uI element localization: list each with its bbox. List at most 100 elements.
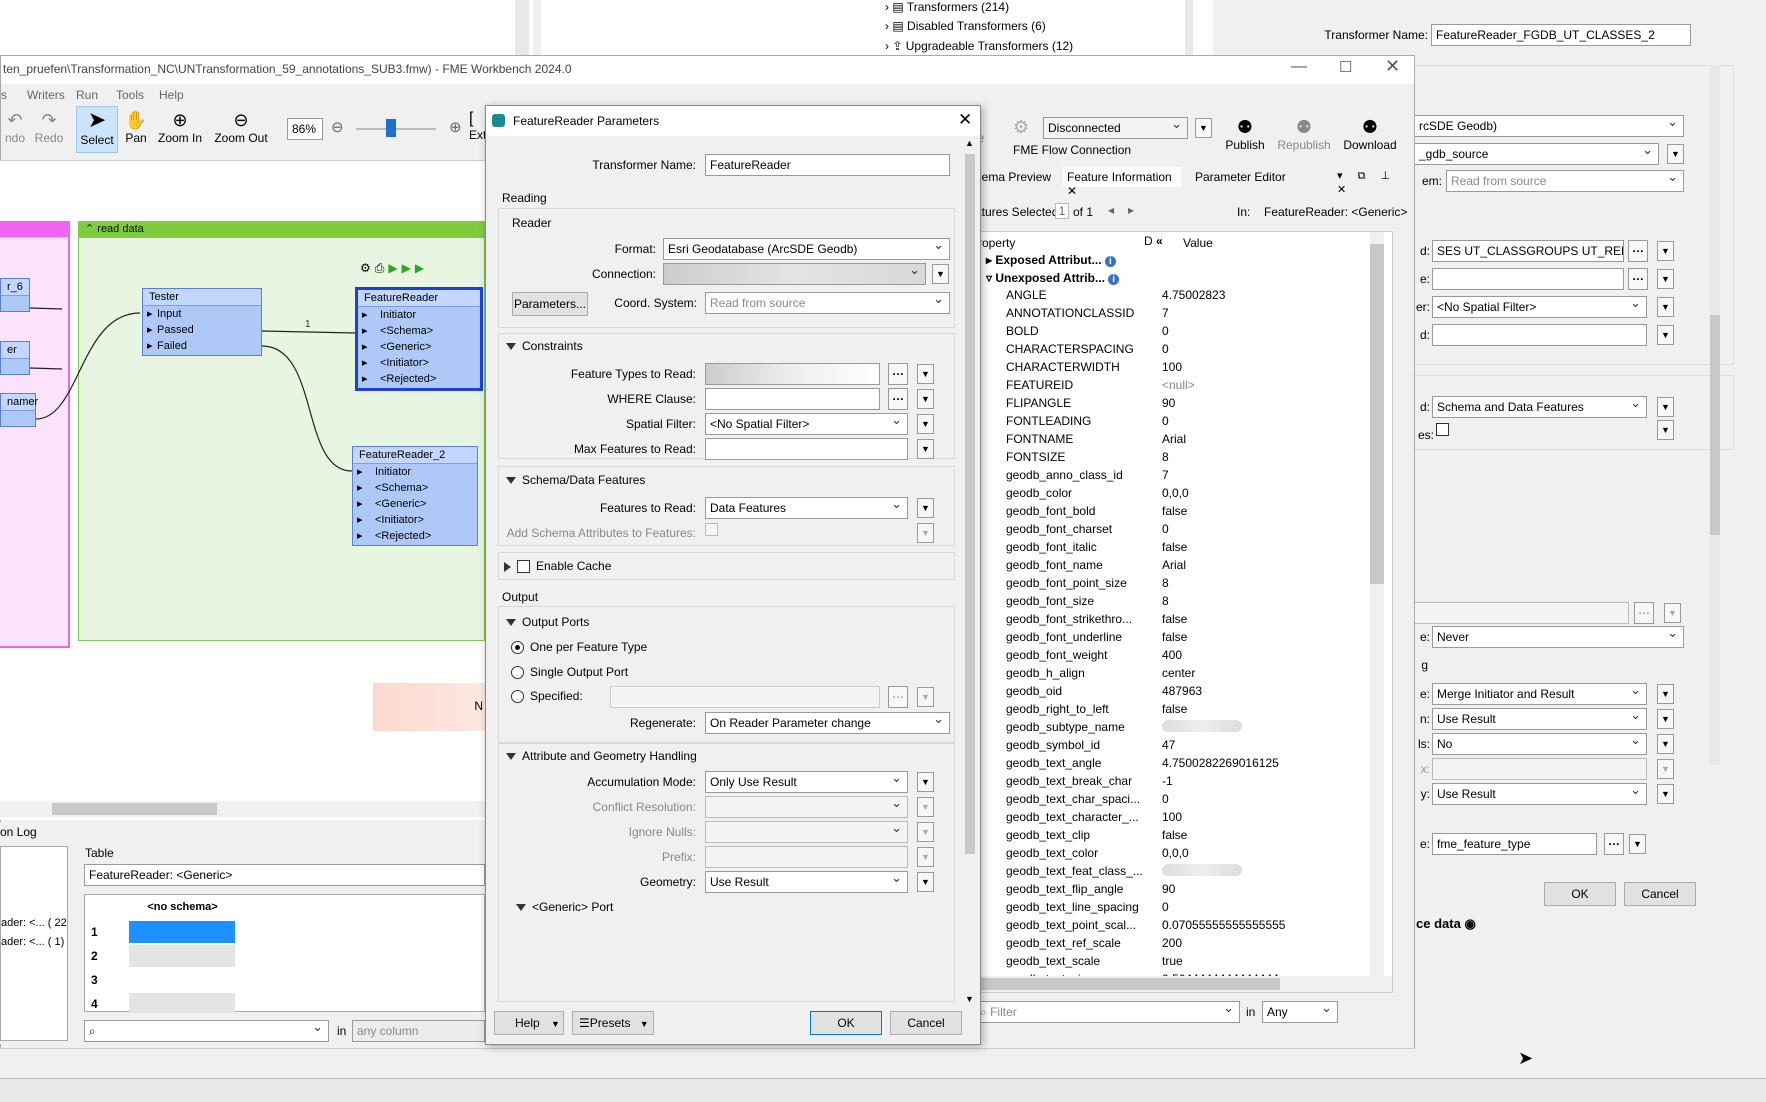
property-row[interactable]: geodb_font_size 8: [976, 594, 1346, 612]
bg-scrollbar-2[interactable]: [1185, 0, 1193, 55]
flow-dropdown-button[interactable]: ▼: [1195, 118, 1212, 138]
accumulation-dropdown-button[interactable]: ▼: [917, 772, 934, 792]
tab-parameter-editor[interactable]: Parameter Editor: [1195, 170, 1286, 184]
next-arrow-icon[interactable]: ▸: [1128, 203, 1134, 217]
rp-dropdown-button[interactable]: ▼: [1657, 684, 1674, 704]
undo-button[interactable]: ↶ ndo: [1, 110, 29, 145]
property-row[interactable]: geodb_right_to_left false: [976, 702, 1346, 720]
publish-button[interactable]: ⚉ Publish: [1223, 117, 1267, 152]
rp-dropdown-button[interactable]: ▼: [1667, 144, 1684, 164]
property-row[interactable]: geodb_text_break_char -1: [976, 774, 1346, 792]
property-row[interactable]: geodb_text_scale true: [976, 954, 1346, 972]
ok-button[interactable]: OK: [810, 1011, 882, 1035]
dialog-close-icon[interactable]: ✕: [958, 110, 972, 130]
rp-dropdown-button[interactable]: ▼: [1657, 269, 1674, 289]
rp-feature-type-field[interactable]: fme_feature_type: [1432, 833, 1597, 855]
rp-conflict-select[interactable]: Use Result: [1432, 708, 1647, 730]
minimize-icon[interactable]: —: [1291, 58, 1307, 76]
pan-tool-button[interactable]: ✋ Pan: [121, 110, 151, 145]
menu-help[interactable]: Help: [159, 88, 184, 102]
property-row[interactable]: geodb_text_line_spacing 0: [976, 900, 1346, 918]
tab-feature-information[interactable]: Feature Information ✕: [1063, 167, 1181, 198]
feature-index-field[interactable]: 1: [1055, 203, 1069, 219]
radio-one-per-feature-type[interactable]: One per Feature Type: [511, 640, 647, 655]
rp-browse-button[interactable]: …: [1628, 240, 1648, 262]
rp-dropdown-button[interactable]: ▼: [1657, 241, 1674, 261]
property-row[interactable]: geodb_font_point_size 8: [976, 576, 1346, 594]
rp-dropdown-button[interactable]: ▼: [1629, 834, 1646, 854]
property-row[interactable]: geodb_font_weight 400: [976, 648, 1346, 666]
transformer-name-field[interactable]: FeatureReader: [705, 154, 950, 176]
tree-item[interactable]: › ▤ Transformers (214): [885, 0, 1009, 14]
le-button[interactable]: le: [975, 113, 1015, 145]
table-row[interactable]: 2: [85, 945, 235, 967]
download-button[interactable]: ⚉ Download: [1340, 117, 1400, 152]
zoom-slider[interactable]: [356, 128, 436, 130]
rp-format-select[interactable]: rcSDE Geodb): [1414, 115, 1684, 137]
canvas-hscrollbar[interactable]: [0, 801, 485, 817]
radio-specified[interactable]: Specified:: [511, 689, 583, 704]
select-tool-button[interactable]: ➤ Select: [76, 106, 118, 153]
attr-geom-heading[interactable]: Attribute and Geometry Handling: [506, 749, 697, 763]
redo-button[interactable]: ↷ Redo: [34, 110, 64, 145]
regenerate-select[interactable]: On Reader Parameter change: [705, 712, 950, 734]
rp-coord-select[interactable]: Read from source: [1446, 170, 1684, 192]
rp-dropdown-button[interactable]: ▼: [1657, 297, 1674, 317]
panel-controls[interactable]: ▾ ⧉ ⊥ ✕: [1337, 169, 1413, 196]
constraints-heading[interactable]: Constraints: [506, 339, 583, 353]
rp-spatial-filter-select[interactable]: <No Spatial Filter>: [1432, 296, 1647, 318]
property-row[interactable]: geodb_oid 487963: [976, 684, 1346, 702]
rp-cache-select[interactable]: Never: [1432, 626, 1684, 648]
zoom-minus-icon[interactable]: ⊖: [331, 118, 344, 136]
rp-browse-button[interactable]: …: [1628, 268, 1648, 290]
rp-dataset-select[interactable]: _gdb_source: [1414, 143, 1659, 165]
table-row[interactable]: 1: [85, 921, 235, 943]
prev-arrow-icon[interactable]: ◂: [1108, 203, 1114, 217]
property-row[interactable]: geodb_h_align center: [976, 666, 1346, 684]
coord-system-select[interactable]: Read from source: [705, 292, 950, 314]
property-row[interactable]: FEATUREID <null>: [976, 378, 1346, 396]
bg-scrollbar[interactable]: [515, 0, 529, 55]
presets-button[interactable]: ☰Presets ▼: [572, 1011, 654, 1035]
unexposed-attributes-group[interactable]: ▿ Unexposed Attrib... i: [986, 271, 1120, 285]
maximize-icon[interactable]: ☐: [1339, 58, 1352, 76]
column-filter-field[interactable]: any column: [352, 1020, 485, 1042]
help-button[interactable]: Help ▼: [494, 1011, 564, 1035]
transformer-name-field[interactable]: FeatureReader_FGDB_UT_CLASSES_2: [1431, 24, 1691, 46]
property-row[interactable]: geodb_text_char_spaci... 0: [976, 792, 1346, 810]
tree-item[interactable]: › ▤ Disabled Transformers (6): [885, 19, 1046, 33]
table-list-item[interactable]: ader: <... ( 1): [1, 936, 64, 948]
connection-select[interactable]: [663, 263, 926, 285]
property-row[interactable]: CHARACTERWIDTH 100: [976, 360, 1346, 378]
enable-cache-checkbox[interactable]: [517, 560, 530, 574]
table-source-field[interactable]: FeatureReader: <Generic>: [84, 864, 485, 886]
where-clause-field[interactable]: [705, 388, 880, 410]
feature-types-dropdown-button[interactable]: ▼: [917, 364, 934, 384]
generic-port-heading[interactable]: <Generic> Port: [516, 900, 613, 914]
geometry-select[interactable]: Use Result: [705, 871, 908, 893]
rp-checkbox[interactable]: [1436, 423, 1449, 436]
spatial-filter-select[interactable]: <No Spatial Filter>: [705, 413, 908, 435]
zoom-level-field[interactable]: 86%: [287, 118, 323, 140]
rp-dropdown-button[interactable]: ▼: [1657, 734, 1674, 754]
property-hscrollbar[interactable]: [976, 976, 1392, 992]
property-row[interactable]: FLIPANGLE 90: [976, 396, 1346, 414]
spatial-filter-dropdown-button[interactable]: ▼: [917, 414, 934, 434]
rp-dropdown-button[interactable]: ▼: [1657, 709, 1674, 729]
extent-button[interactable]: [Ext: [469, 110, 486, 142]
accumulation-mode-select[interactable]: Only Use Result: [705, 771, 908, 793]
property-row[interactable]: ANNOTATIONCLASSID 7: [976, 306, 1346, 324]
property-row[interactable]: geodb_color 0,0,0: [976, 486, 1346, 504]
menu-item[interactable]: s: [1, 88, 7, 102]
rp-dropdown-button[interactable]: ▼: [1657, 784, 1674, 804]
flow-connection-select[interactable]: Disconnected: [1043, 117, 1188, 139]
canvas[interactable]: ⌃ read data r_6 er namer Tester Input Pa…: [0, 160, 485, 820]
property-row[interactable]: FONTLEADING 0: [976, 414, 1346, 432]
property-row[interactable]: geodb_subtype_name: [976, 720, 1346, 738]
rp-browse-button[interactable]: …: [1604, 833, 1624, 855]
rp-dropdown-button[interactable]: ▼: [1657, 420, 1674, 440]
tab-schema-preview[interactable]: hema Preview: [975, 170, 1051, 184]
max-features-field[interactable]: [705, 438, 908, 460]
rp-where-field[interactable]: [1432, 268, 1624, 290]
filter-field[interactable]: ⌕ Filter: [975, 1001, 1240, 1023]
